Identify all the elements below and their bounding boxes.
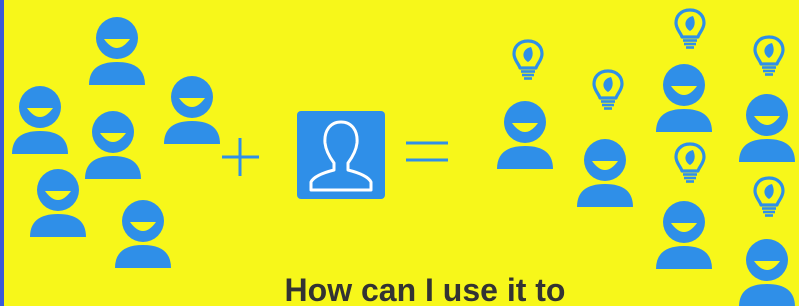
lightbulb-leaf-icon: [753, 176, 785, 218]
lightbulb-leaf-icon: [753, 35, 785, 77]
idea-group: [497, 8, 795, 306]
profile-placeholder-icon: [297, 111, 385, 199]
user-icon: [164, 76, 220, 144]
user-icon: [656, 64, 712, 132]
user-icon: [30, 169, 86, 237]
lightbulb-leaf-icon: [592, 69, 624, 111]
lightbulb-leaf-icon: [674, 8, 706, 50]
user-icon: [89, 17, 145, 85]
plus-icon: [222, 138, 259, 176]
illustration-artwork: [12, 8, 795, 306]
equals-icon: [406, 141, 448, 162]
user-icon: [85, 111, 141, 179]
user-icon: [656, 201, 712, 269]
user-icon: [577, 139, 633, 207]
lightbulb-leaf-icon: [512, 39, 544, 81]
lightbulb-leaf-icon: [674, 142, 706, 184]
user-icon: [739, 94, 795, 162]
user-icon: [12, 86, 68, 154]
crowd-group: [12, 17, 220, 268]
user-icon: [115, 200, 171, 268]
caption-heading: How can I use it to: [284, 272, 566, 306]
illustration-scene: How can I use it to: [0, 0, 799, 306]
user-icon: [739, 239, 795, 306]
user-icon: [497, 101, 553, 169]
